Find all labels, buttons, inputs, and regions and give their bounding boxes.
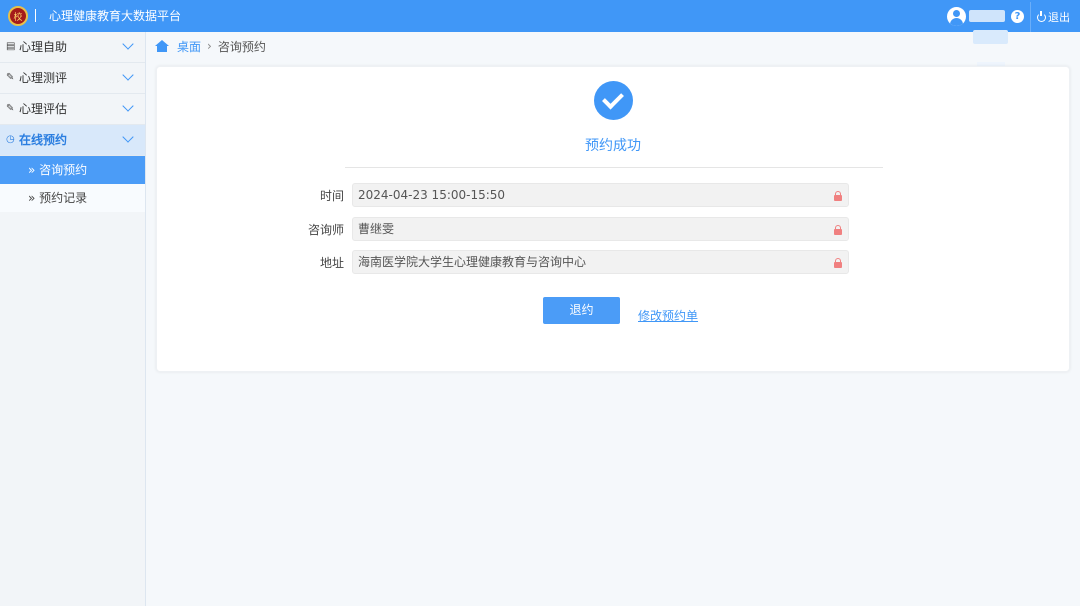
user-avatar-icon[interactable] [947,7,966,26]
sidebar-item-label: 心理自助 [19,40,68,54]
sidebar-item-label: 心理测评 [19,71,68,85]
lock-icon [834,258,842,268]
header-divider-right [1030,2,1031,32]
sidebar-item-label: 心理评估 [19,102,68,116]
app-title: 心理健康教育大数据平台 [49,9,182,23]
power-icon [1037,10,1046,22]
school-logo-icon: 校 [8,6,28,26]
logo-text: 校 [13,12,23,23]
sidebar-item-online-booking[interactable]: ◷ 在线预约 [0,125,145,156]
sidebar-subitem-booking-records[interactable]: » 预约记录 [0,184,145,212]
breadcrumb-home-link[interactable]: 桌面 [177,38,201,55]
counselor-label: 咨询师 [307,223,344,237]
sidebar-subitem-consult-booking[interactable]: » 咨询预约 [0,156,145,184]
edit-icon: ✎ [6,103,15,114]
help-icon[interactable]: ? [1011,10,1024,23]
success-check-icon [594,81,633,120]
sidebar-item-evaluation[interactable]: ✎ 心理评估 [0,94,145,125]
breadcrumb: 桌面 › 咨询预约 [155,38,266,54]
address-value: 海南医学院大学生心理健康教育与咨询中心 [358,255,587,269]
address-label: 地址 [319,256,344,270]
sidebar-subitem-label: » 咨询预约 [28,163,88,177]
chevron-down-icon [122,38,134,50]
sidebar-subitem-label: » 预约记录 [28,191,88,205]
chevron-down-icon [122,69,134,81]
edit-icon: ✎ [6,72,15,83]
sidebar-item-label: 在线预约 [19,133,68,147]
logout-button[interactable]: 退出 [1037,9,1070,25]
counselor-value: 曹继雯 [358,222,395,236]
cancel-booking-button[interactable]: 退约 [543,297,620,324]
chevron-down-icon [122,100,134,112]
sidebar-item-assessment[interactable]: ✎ 心理测评 [0,63,145,94]
breadcrumb-current: 咨询预约 [217,39,266,54]
chevron-down-icon [122,131,134,143]
sidebar: ▤ 心理自助 ✎ 心理测评 ✎ 心理评估 ◷ 在线预约 » 咨询预约 » 预约记… [0,32,146,606]
time-value: 2024-04-23 15:00-15:50 [358,188,506,202]
divider [345,167,883,168]
user-name-redacted[interactable] [969,10,1005,22]
booking-result-card: 预约成功 时间 2024-04-23 15:00-15:50 咨询师 曹继雯 地… [156,66,1070,372]
address-field: 海南医学院大学生心理健康教育与咨询中心 [352,250,849,274]
success-title: 预约成功 [585,138,641,154]
top-bar: 校 心理健康教育大数据平台 ? 退出 [0,0,1080,68]
sidebar-item-self-help[interactable]: ▤ 心理自助 [0,32,145,63]
logout-label: 退出 [1048,11,1070,24]
user-menu-redacted [973,30,1008,44]
home-icon[interactable] [155,40,169,52]
clock-icon: ◷ [6,134,15,145]
header-divider [35,9,36,22]
time-label: 时间 [319,189,344,203]
breadcrumb-separator: › [207,39,212,53]
counselor-field: 曹继雯 [352,217,849,241]
book-icon: ▤ [6,41,16,52]
modify-booking-link[interactable]: 修改预约单 [638,309,698,323]
lock-icon [834,225,842,235]
lock-icon [834,191,842,201]
time-field: 2024-04-23 15:00-15:50 [352,183,849,207]
